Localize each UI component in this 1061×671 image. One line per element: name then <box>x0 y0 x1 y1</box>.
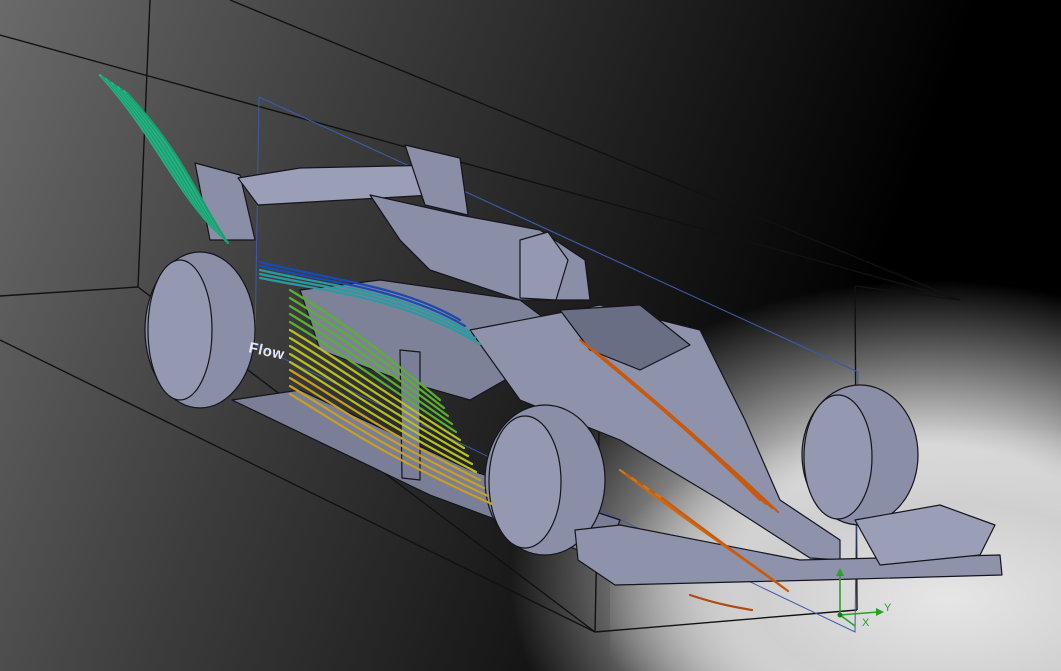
flow-streamline <box>688 593 754 612</box>
rear-wing <box>237 164 441 206</box>
cfd-scene[interactable]: Flow Y X <box>0 0 1061 671</box>
f1-car-model <box>144 144 1003 586</box>
triad-y-label: Y <box>884 602 892 614</box>
tyre-sidewall-text: Flow <box>247 339 286 363</box>
triad-x-label: X <box>862 617 870 629</box>
graphics-viewport[interactable]: Flow Y X <box>0 0 1061 671</box>
